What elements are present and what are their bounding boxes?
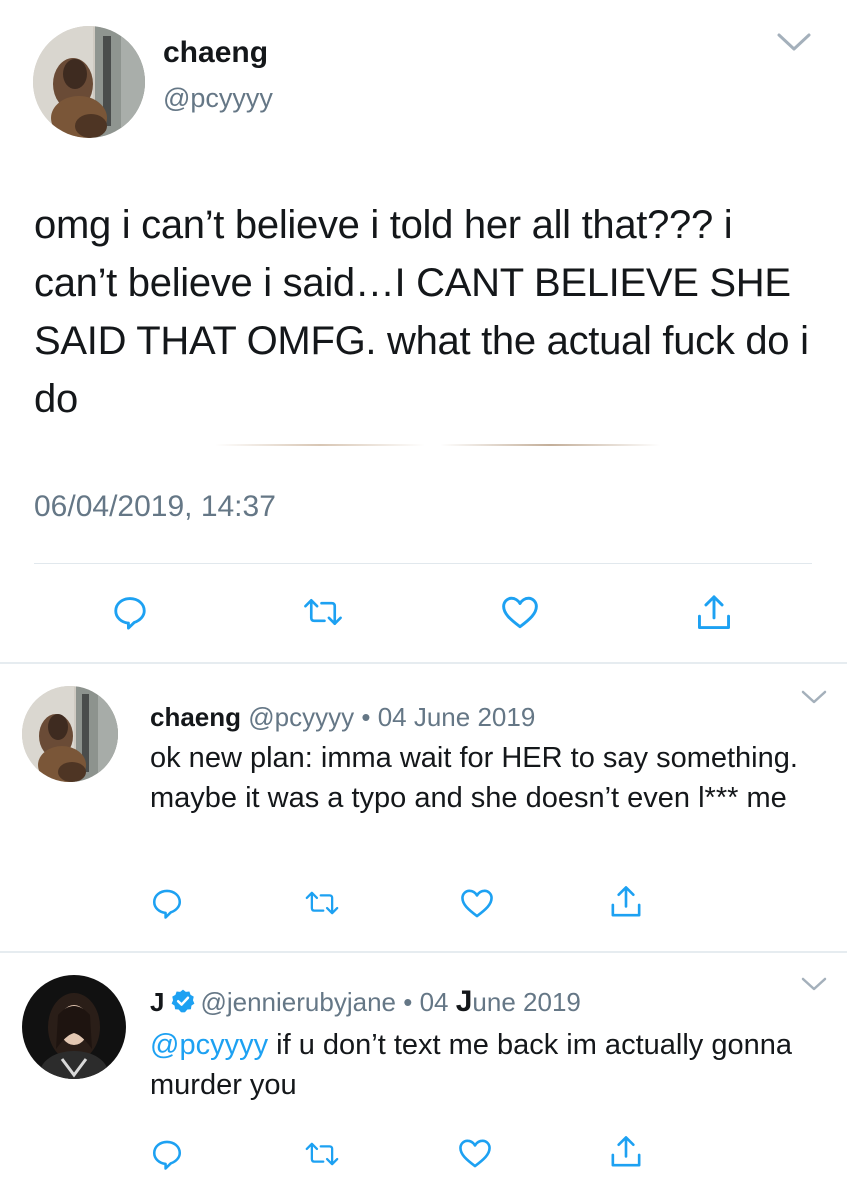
reply-icon — [152, 889, 182, 919]
share-icon — [698, 595, 730, 629]
retweet-button[interactable] — [301, 595, 345, 629]
chevron-down-icon[interactable] — [776, 30, 812, 54]
like-icon — [461, 889, 493, 918]
tweet-text: omg i can’t believe i told her all that?… — [34, 203, 809, 421]
retweet-icon — [305, 1142, 339, 1166]
reply-button[interactable] — [111, 593, 149, 631]
decorative-line — [440, 444, 660, 446]
decorative-line — [215, 444, 425, 446]
verified-badge-icon — [172, 989, 195, 1013]
author-name[interactable]: chaeng — [163, 36, 268, 70]
date-prefix: 04 — [419, 987, 456, 1017]
tweet-date[interactable]: 04 June 2019 — [419, 985, 581, 1018]
divider — [34, 563, 812, 564]
retweet-icon — [305, 891, 339, 915]
avatar[interactable] — [33, 26, 145, 138]
retweet-icon — [304, 598, 342, 626]
tweet-timestamp[interactable]: 06/04/2019, 14:37 — [34, 490, 276, 524]
tweet-text: ok new plan: imma wait for HER to say so… — [150, 742, 798, 814]
share-button[interactable] — [608, 1133, 644, 1171]
mention-link[interactable]: @pcyyyy — [150, 1029, 268, 1061]
share-button[interactable] — [694, 592, 734, 634]
like-button[interactable] — [500, 594, 540, 630]
reply-tweet: J @jennierubyjane • 04 June 2019 @pcyyyy… — [0, 953, 847, 1200]
date-suffix: une 2019 — [472, 987, 581, 1017]
like-icon — [459, 1139, 491, 1168]
author-name[interactable]: J — [150, 987, 164, 1017]
reply-button[interactable] — [150, 886, 184, 920]
share-icon — [611, 886, 641, 917]
separator: • — [403, 987, 413, 1017]
tweet-text: @pcyyyy if u don’t text me back im actua… — [150, 1025, 830, 1105]
avatar-photo — [22, 975, 126, 1079]
like-button[interactable] — [457, 1137, 493, 1169]
reply-icon — [152, 1140, 182, 1170]
avatar-photo — [22, 686, 118, 782]
avatar[interactable] — [22, 975, 126, 1079]
date-bold-letter: J — [455, 985, 473, 1018]
chevron-down-icon[interactable] — [800, 688, 828, 706]
avatar[interactable] — [22, 686, 118, 782]
separator: • — [361, 702, 371, 732]
chevron-down-icon[interactable] — [800, 975, 828, 993]
reply-header: J @jennierubyjane • 04 June 2019 — [150, 985, 581, 1019]
share-button[interactable] — [608, 883, 644, 921]
author-handle[interactable]: @jennierubyjane — [200, 987, 396, 1017]
share-icon — [611, 1136, 641, 1167]
retweet-button[interactable] — [303, 888, 341, 918]
author-handle[interactable]: @pcyyyy — [163, 83, 273, 114]
like-icon — [502, 596, 538, 629]
author-name[interactable]: chaeng — [150, 702, 241, 732]
like-button[interactable] — [459, 887, 495, 919]
author-handle[interactable]: @pcyyyy — [248, 702, 354, 732]
retweet-button[interactable] — [303, 1139, 341, 1169]
main-tweet: chaeng @pcyyyy omg i can’t believe i tol… — [0, 0, 847, 662]
tweet-date[interactable]: 04 June 2019 — [378, 702, 536, 732]
reply-tweet: chaeng @pcyyyy • 04 June 2019 ok new pla… — [0, 664, 847, 951]
avatar-photo — [33, 26, 145, 138]
reply-button[interactable] — [150, 1137, 184, 1171]
reply-icon — [114, 597, 146, 630]
reply-header: chaeng @pcyyyy • 04 June 2019 — [150, 702, 535, 733]
